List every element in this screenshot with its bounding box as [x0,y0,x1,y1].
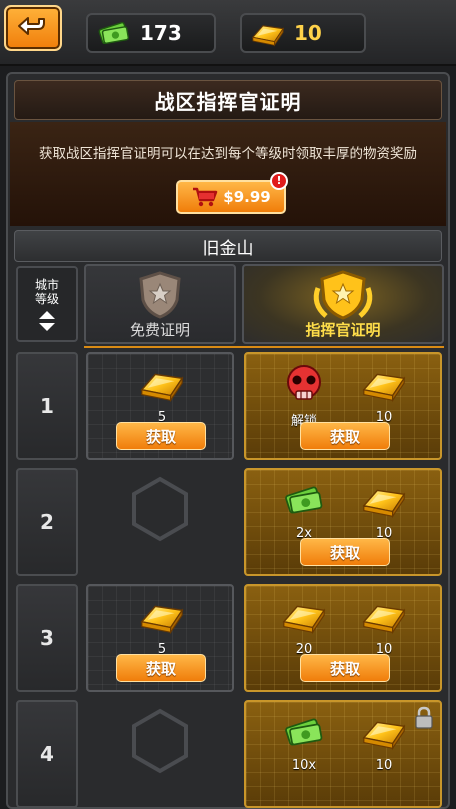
claim-button[interactable]: 获取 [116,422,206,450]
commander-reward-cell: 20 10 获取 [244,584,442,692]
gold-bar-icon [138,364,186,404]
claim-button[interactable]: 获取 [300,422,390,450]
empty-hexagon-icon [130,708,190,774]
back-arrow-icon [18,17,45,35]
reward-quantity: 10x [291,758,317,773]
level-header-line2: 等级 [34,292,59,306]
description-text: 获取战区指挥官证明可以在达到每个等级时领取丰厚的物资奖励 [39,146,417,162]
gold-bar-icon [250,18,286,48]
cash-amount: 173 [140,21,182,45]
commander-reward-cell: 解锁 10 获取 [244,352,442,460]
free-reward-cell: 5 获取 [86,584,234,692]
free-pass-column-header: 免费证明 [84,264,236,344]
description-box: 获取战区指挥官证明可以在达到每个等级时领取丰厚的物资奖励 $9.99 ! [10,122,446,226]
price-label: $9.99 [223,188,271,206]
commander-reward: 10 [350,590,418,657]
level-header-line1: 城市 [34,278,59,292]
top-bar: 173 10 [0,0,456,66]
free-reward: 5 [128,358,196,425]
free-pass-label: 免费证明 [129,321,190,339]
commander-pass-column-header: 指挥官证明 [242,264,444,344]
gold-amount: 10 [294,21,322,45]
shopping-cart-icon [193,187,218,207]
empty-hexagon-icon [130,476,190,542]
header-divider [84,346,444,348]
commander-reward: 10 [350,706,418,773]
reward-quantity: 10 [375,758,393,773]
claim-button[interactable]: 获取 [300,538,390,566]
sort-arrows-icon [39,311,55,331]
level-box: 4 [16,700,78,808]
claim-button[interactable]: 获取 [116,654,206,682]
level-box: 2 [16,468,78,576]
gold-bar-icon [138,596,186,636]
cash-icon [282,480,326,520]
level-box: 3 [16,584,78,692]
free-reward-empty [86,700,234,808]
city-name: 旧金山 [14,230,442,262]
gold-bar-icon [360,596,408,636]
cash-icon [282,712,326,752]
commander-pass-panel: 战区指挥官证明 获取战区指挥官证明可以在达到每个等级时领取丰厚的物资奖励 $9.… [6,72,450,809]
level-box: 1 [16,352,78,460]
gold-bar-icon [280,596,328,636]
commander-reward-cell: 10x 10 [244,700,442,808]
level-sort-header[interactable]: 城市 等级 [16,266,78,342]
red-skull-icon [287,365,321,400]
commander-reward: 2x [270,474,338,541]
commander-reward: 10 [350,358,418,425]
gold-bar-icon [360,364,408,404]
gold-bar-icon [360,480,408,520]
claim-button[interactable]: 获取 [300,654,390,682]
gold-counter: 10 [240,13,366,53]
commander-reward: 10x [270,706,338,773]
alert-badge: ! [270,172,288,190]
commander-reward: 20 [270,590,338,657]
page-title: 战区指挥官证明 [14,80,442,120]
gold-bar-icon [360,712,408,752]
commander-reward-cell: 2x 10 获取 [244,468,442,576]
buy-pass-button[interactable]: $9.99 [176,180,286,214]
commander-reward: 10 [350,474,418,541]
silver-badge-icon [139,271,181,319]
free-reward-cell: 5 获取 [86,352,234,460]
cash-counter: 173 [86,13,216,53]
free-reward-empty [86,468,234,576]
free-reward: 5 [128,590,196,657]
commander-reward: 解锁 [270,358,338,429]
cash-icon [96,18,132,48]
gold-badge-icon [313,270,373,320]
back-button[interactable] [4,5,62,51]
commander-pass-label: 指挥官证明 [305,321,381,339]
